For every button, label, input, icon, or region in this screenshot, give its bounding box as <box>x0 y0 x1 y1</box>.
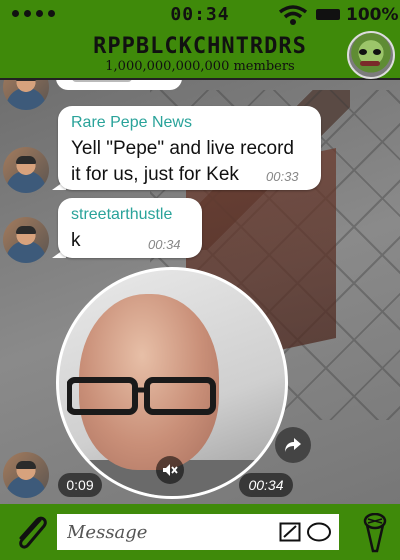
attach-icon[interactable] <box>12 512 48 552</box>
chat-title: RPPBLCKCHNTRDRS <box>93 34 307 59</box>
status-time: 00:34 <box>170 4 230 25</box>
message-bubble-partial <box>56 80 182 90</box>
message-text: Yell "Pepe" and live record <box>71 138 294 159</box>
chat-area[interactable]: Rare Pepe News Yell "Pepe" and live reco… <box>0 80 400 504</box>
message-time: 00:33 <box>266 169 299 184</box>
battery-icon <box>316 9 340 20</box>
message-bubble[interactable]: Rare Pepe News Yell "Pepe" and live reco… <box>58 106 321 190</box>
status-bar: 00:34 100% <box>0 0 400 30</box>
message-time: 00:34 <box>148 237 181 252</box>
video-elapsed: 0:09 <box>58 473 102 497</box>
avatar[interactable] <box>3 80 49 110</box>
input-bar <box>0 504 400 560</box>
avatar[interactable] <box>3 147 49 193</box>
wifi-icon <box>278 5 308 25</box>
battery-level: 100% <box>346 5 399 25</box>
emoji-icon[interactable] <box>306 522 332 542</box>
group-avatar[interactable] <box>347 31 395 79</box>
sticker-icon[interactable] <box>279 522 301 542</box>
message-text: it for us, just for Kek <box>71 164 239 185</box>
message-sender[interactable]: Rare Pepe News <box>71 114 192 132</box>
avatar[interactable] <box>3 452 49 498</box>
mute-icon[interactable] <box>156 456 184 484</box>
glasses <box>67 377 216 415</box>
member-count: 1,000,000,000,000 members <box>105 59 295 74</box>
message-text: k <box>71 230 81 251</box>
microphone-icon[interactable] <box>362 513 388 555</box>
message-bubble[interactable]: streetarthustle k 00:34 <box>58 198 202 258</box>
chat-header[interactable]: RPPBLCKCHNTRDRS 1,000,000,000,000 member… <box>0 30 400 80</box>
video-time: 00:34 <box>239 473 293 497</box>
share-button[interactable] <box>275 427 311 463</box>
message-sender[interactable]: streetarthustle <box>71 206 172 224</box>
avatar[interactable] <box>3 217 49 263</box>
share-icon <box>285 438 301 452</box>
